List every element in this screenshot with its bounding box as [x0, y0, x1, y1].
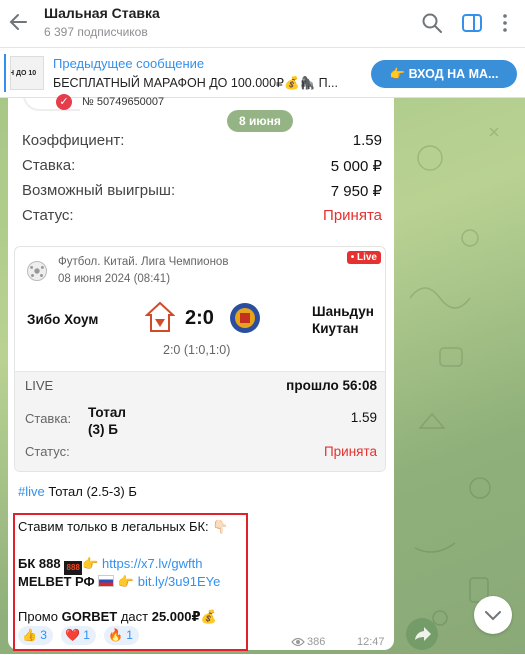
bet-name: Тотал (3) Б	[88, 404, 126, 438]
reaction-count: 1	[126, 628, 133, 642]
melbet-line: MELBET РФ 👉 bit.ly/3u91EYe	[18, 574, 220, 590]
row-label: Возможный выигрыш:	[22, 182, 176, 199]
legal-bk-line: Ставим только в легальных БК: 👇🏻	[18, 519, 229, 534]
promo-prefix: Промо	[18, 609, 62, 624]
pinned-action-button[interactable]: 👉 ВХОД НА МА...	[371, 60, 517, 88]
reaction-count: 3	[40, 628, 47, 642]
live-badge: • Live	[346, 251, 381, 264]
russia-flag-icon	[98, 575, 115, 587]
event-card: Футбол. Китай. Лига Чемпионов 08 июня 20…	[14, 246, 386, 472]
sidebar-toggle-icon[interactable]	[461, 12, 483, 34]
channel-title[interactable]: Шальная Ставка	[44, 5, 160, 21]
check-icon: ✓	[56, 94, 72, 110]
bet-status-value: Принята	[323, 444, 377, 459]
pointer-emoji: 👉	[82, 556, 99, 571]
elapsed-time: прошло 56:08	[286, 378, 377, 393]
reaction-count: 1	[83, 628, 90, 642]
melbet-label: MELBET РФ	[18, 574, 95, 589]
football-icon	[27, 261, 47, 281]
melbet-link[interactable]: bit.ly/3u91EYe	[138, 574, 221, 589]
promo-line: Промо GORBET даст 25.000₽💰	[18, 609, 217, 625]
pinned-title: Предыдущее сообщение	[53, 56, 205, 71]
share-arrow-icon	[415, 627, 431, 641]
scroll-down-button[interactable]	[474, 596, 512, 634]
row-value: 1.59	[352, 132, 382, 149]
fire-icon: 🔥	[108, 628, 123, 642]
row-label: Ставка:	[22, 157, 76, 174]
bk888-logo-icon: 888	[64, 561, 83, 575]
row-value: Принята	[323, 207, 382, 224]
promo-code: GORBET	[61, 609, 118, 624]
hashtag-link[interactable]: #live	[18, 484, 45, 499]
order-number: № 50749650007	[82, 96, 165, 108]
share-button[interactable]	[406, 618, 438, 650]
more-options-icon[interactable]	[494, 12, 516, 34]
message-time: 12:47	[357, 636, 385, 648]
bk888-label: БК 888	[18, 556, 61, 571]
pointer-emoji: 👉	[117, 574, 135, 589]
hashtag-line: #live Тотал (2.5-3) Б	[18, 484, 137, 499]
row-value: 5 000 ₽	[330, 158, 382, 175]
pinned-thumbnail: Н ДО 10	[10, 56, 44, 90]
bk888-line: БК 888 888 👉 https://x7.lv/gwfth	[18, 556, 202, 575]
subscriber-count: 6 397 подписчиков	[44, 25, 148, 39]
receipt-row-possible-win: Возможный выигрыш: 7 950 ₽	[22, 182, 382, 200]
event-league: Футбол. Китай. Лига Чемпионов	[58, 256, 229, 268]
away-team-line2: Киутан	[312, 321, 359, 336]
reaction-fire[interactable]: 🔥 1	[104, 626, 139, 645]
search-icon[interactable]	[421, 12, 443, 34]
bet-label: Ставка:	[25, 411, 72, 426]
reaction-heart[interactable]: ❤️ 1	[61, 626, 96, 645]
promo-amount: 25.000₽	[151, 609, 201, 624]
row-label: Статус:	[22, 207, 74, 224]
row-value: 7 950 ₽	[330, 183, 382, 200]
bet-details: LIVE прошло 56:08 Ставка: Тотал (3) Б 1.…	[15, 372, 385, 471]
match-score: 2:0	[185, 307, 214, 329]
date-separator: 8 июня	[227, 110, 293, 132]
reaction-thumbs-up[interactable]: 👍 3	[18, 626, 53, 645]
bet-name-line1: Тотал	[88, 405, 127, 420]
pinned-text: БЕСПЛАТНЫЙ МАРАФОН ДО 100.000₽💰🦍 П...	[53, 76, 339, 90]
heart-icon: ❤️	[65, 628, 80, 642]
pinned-indicator	[4, 54, 6, 92]
chat-header: Шальная Ставка 6 397 подписчиков	[0, 0, 525, 48]
money-bag-emoji: 💰	[200, 609, 217, 624]
hashtag-rest: Тотал (2.5-3) Б	[44, 484, 137, 499]
away-team-line1: Шаньдун	[312, 304, 374, 319]
chevron-down-icon	[485, 611, 501, 621]
away-team-logo-icon	[230, 303, 260, 333]
home-team: Зибо Хоум	[27, 312, 99, 327]
receipt-row-status: Статус: Принята	[22, 207, 382, 224]
away-team: Шаньдун Киутан	[312, 303, 374, 337]
bk888-link[interactable]: https://x7.lv/gwfth	[102, 556, 202, 571]
promo-middle: даст	[117, 609, 152, 624]
home-team-logo-icon	[145, 301, 175, 332]
back-arrow-icon[interactable]	[8, 10, 30, 34]
halftime-score: 2:0 (1:0,1:0)	[163, 343, 231, 357]
receipt-edge	[23, 98, 80, 111]
receipt-row-coefficient: Коэффициент: 1.59	[22, 132, 382, 149]
row-label: Коэффициент:	[22, 132, 125, 149]
bet-status-label: Статус:	[25, 444, 70, 459]
eye-icon	[291, 637, 305, 647]
live-label: LIVE	[25, 378, 54, 393]
event-date: 08 июня 2024 (08:41)	[58, 273, 171, 285]
bet-name-line2: (3) Б	[88, 422, 118, 437]
view-count: 386	[307, 636, 326, 648]
thumbs-up-icon: 👍	[22, 628, 37, 642]
receipt-row-stake: Ставка: 5 000 ₽	[22, 157, 382, 175]
bet-odds: 1.59	[350, 410, 377, 425]
